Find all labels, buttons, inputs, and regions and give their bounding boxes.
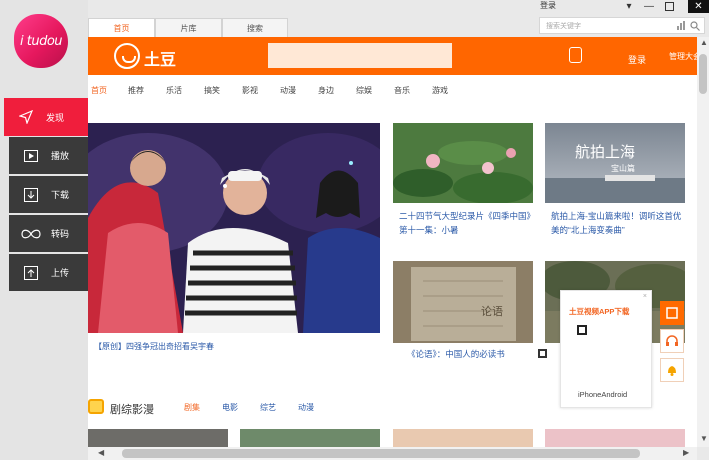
sidebar-item-discover[interactable]: 发现	[4, 98, 88, 136]
section-tab[interactable]: 综艺	[260, 402, 276, 413]
upload-icon	[19, 265, 43, 280]
popup-footer[interactable]: iPhoneAndroid	[578, 390, 627, 399]
tab-label: 搜索	[247, 24, 263, 33]
tab-label: 片库	[180, 24, 197, 33]
play-icon	[19, 149, 43, 162]
nav-item[interactable]: 动漫	[280, 85, 296, 96]
sidebar-item-play[interactable]: 播放	[9, 137, 88, 174]
sidebar-item-label: 上传	[51, 268, 70, 278]
video-thumbnail[interactable]: 论语	[393, 261, 533, 343]
app-download-popup: × 土豆视频APP下载 iPhoneAndroid	[560, 290, 652, 408]
nav-item[interactable]: 影视	[242, 85, 258, 96]
video-thumbnail[interactable]	[88, 429, 228, 447]
qr-code-icon	[577, 325, 587, 335]
search-placeholder: 搜索关键字	[546, 22, 581, 30]
maximize-icon[interactable]	[660, 0, 678, 12]
site-admin-link[interactable]: 管理大会	[669, 51, 697, 62]
sidebar-item-label: 转码	[51, 229, 70, 239]
nav-item[interactable]: 游戏	[432, 85, 448, 96]
vertical-scrollbar[interactable]	[697, 37, 709, 447]
sidebar-item-label: 发现	[46, 112, 65, 123]
window-login-label: 登录	[540, 1, 556, 10]
scroll-left-icon[interactable]: ◀	[98, 448, 104, 457]
horizontal-scroll-thumb[interactable]	[122, 449, 640, 458]
thumbnail-overlay-title: 航拍上海	[575, 143, 636, 161]
download-icon	[19, 187, 43, 202]
nav-item[interactable]: 搞笑	[204, 85, 220, 96]
mobile-app-icon[interactable]	[569, 47, 582, 63]
dropdown-icon[interactable]: ▾	[620, 0, 638, 12]
site-login-link[interactable]: 登录	[628, 53, 646, 66]
tab-search[interactable]: 搜索	[222, 18, 288, 38]
nav-item[interactable]: 综娱	[356, 85, 372, 96]
hero-video[interactable]	[88, 123, 380, 333]
sidebar-item-upload[interactable]: 上传	[9, 254, 88, 291]
video-title[interactable]: 二十四节气大型纪录片《四季中国》第十一集：小暑	[399, 209, 531, 237]
category-nav: 首页 推荐 乐活 搞笑 影视 动漫 身边 综娱 音乐 游戏	[88, 85, 697, 101]
app-icon[interactable]	[660, 301, 684, 325]
window-login-link[interactable]: 登录	[540, 0, 556, 11]
video-thumbnail[interactable]: 航拍上海 宝山篇	[545, 123, 685, 203]
nav-item[interactable]: 身边	[318, 85, 334, 96]
tudou-logo-icon[interactable]	[114, 43, 140, 69]
tv-icon	[88, 399, 104, 414]
tab-home[interactable]: 首页	[88, 18, 155, 38]
popup-title: 土豆视频APP下载	[569, 307, 630, 316]
close-icon[interactable]: ×	[643, 293, 647, 300]
nav-item[interactable]: 推荐	[128, 85, 144, 96]
video-thumbnail[interactable]	[545, 429, 685, 447]
scroll-up-icon[interactable]: ▲	[700, 38, 708, 47]
video-thumbnail[interactable]	[240, 429, 380, 447]
section-tab[interactable]: 电影	[222, 402, 238, 413]
left-sidebar: i tudou 发现 播放 下载 转码 上传	[0, 0, 88, 460]
video-thumbnail[interactable]	[393, 429, 533, 447]
sidebar-item-label: 下载	[51, 190, 70, 200]
scroll-right-icon[interactable]: ▶	[683, 448, 689, 457]
search-icon[interactable]	[690, 21, 700, 33]
section-tab[interactable]: 剧集	[184, 402, 200, 413]
infinity-icon	[19, 229, 43, 239]
bell-icon[interactable]	[660, 358, 684, 382]
sidebar-item-label: 播放	[51, 151, 70, 161]
video-title[interactable]: 《论语》：中国人的必读书	[407, 347, 539, 361]
search-input[interactable]: 搜索关键字	[539, 17, 705, 34]
hero-thumbnail[interactable]	[88, 123, 380, 333]
nav-item[interactable]: 音乐	[394, 85, 410, 96]
tab-label: 首页	[113, 24, 130, 33]
tab-library[interactable]: 片库	[155, 18, 222, 38]
hero-caption[interactable]: 【原创】四强争冠出奇招看吴宇春	[94, 341, 214, 352]
thumbnail-overlay-title: 论语	[481, 305, 503, 318]
section-heading: 剧综影漫 剧集 电影 综艺 动漫	[88, 397, 508, 417]
scroll-down-icon[interactable]: ▼	[700, 434, 708, 443]
video-title[interactable]: 航拍上海-宝山篇来啦！调听这首优美的“北上海变奏曲”	[551, 209, 683, 237]
qr-code-icon[interactable]	[538, 349, 547, 358]
sidebar-item-transcode[interactable]: 转码	[9, 215, 88, 252]
section-title: 剧综影漫	[110, 404, 154, 416]
vertical-scroll-thumb[interactable]	[699, 54, 707, 94]
site-header: 土豆 登录 管理大会	[88, 37, 697, 75]
minimize-icon[interactable]: —	[640, 0, 658, 12]
nav-item[interactable]: 首页	[91, 85, 107, 96]
section-tab[interactable]: 动漫	[298, 402, 314, 413]
app-logo[interactable]: i tudou	[14, 14, 68, 68]
nav-item[interactable]: 乐活	[166, 85, 182, 96]
video-thumbnail[interactable]	[393, 123, 533, 203]
app-logo-text: i tudou	[19, 33, 63, 49]
thumbnail-overlay-subtitle: 宝山篇	[611, 164, 635, 173]
headset-icon[interactable]	[660, 329, 684, 353]
site-search-input[interactable]	[268, 43, 452, 68]
close-icon[interactable]: ✕	[688, 0, 709, 13]
send-icon	[14, 110, 38, 124]
site-name[interactable]: 土豆	[144, 46, 176, 70]
sidebar-item-download[interactable]: 下载	[9, 176, 88, 213]
chart-icon[interactable]	[677, 21, 686, 32]
